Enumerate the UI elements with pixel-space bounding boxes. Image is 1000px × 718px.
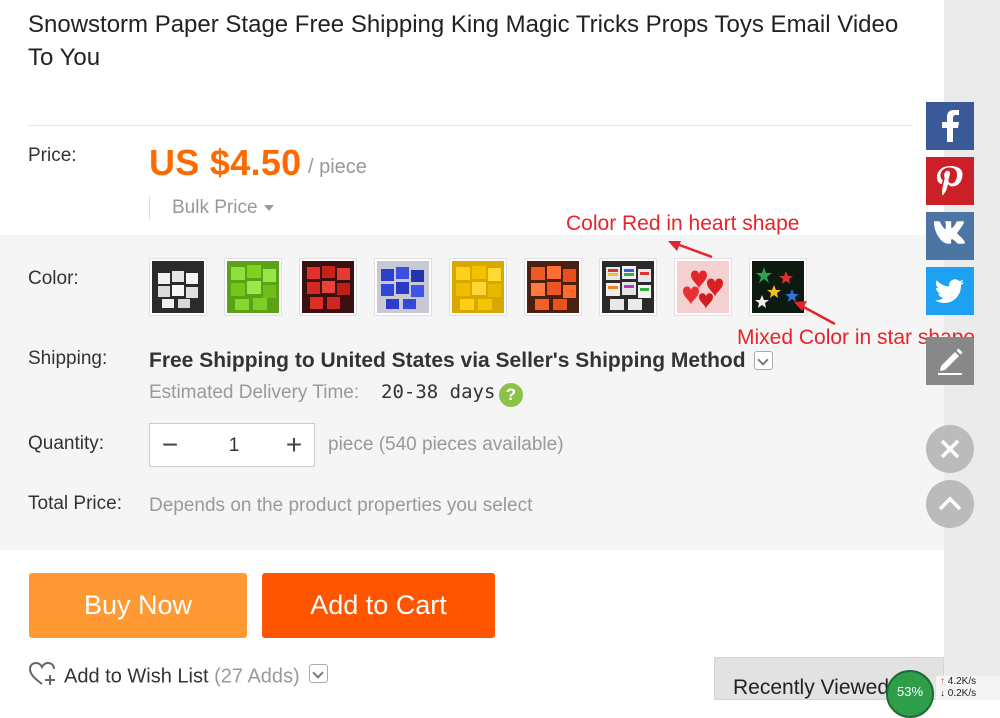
network-usage-percent: 53%	[896, 684, 924, 699]
red-hearts-image	[677, 261, 729, 313]
quantity-stepper: − +	[149, 423, 315, 467]
quantity-input[interactable]	[194, 432, 274, 460]
wish-list-count: (27 Adds)	[214, 665, 300, 688]
facebook-share-button[interactable]	[926, 102, 974, 150]
estimated-delivery-label: Estimated Delivery Time:	[149, 382, 360, 403]
color-swatch-mixed-stars[interactable]	[749, 258, 807, 316]
chevron-up-icon	[938, 496, 962, 511]
twitter-share-button[interactable]	[926, 267, 974, 315]
buy-now-button[interactable]: Buy Now	[29, 573, 247, 638]
quantity-label: Quantity:	[28, 433, 105, 454]
blue-cubes-image	[377, 261, 429, 313]
twitter-icon	[934, 279, 964, 303]
vk-icon	[934, 221, 965, 244]
pinterest-share-button[interactable]	[926, 157, 974, 205]
add-to-cart-button[interactable]: Add to Cart	[262, 573, 495, 638]
white-cubes-image	[152, 261, 204, 313]
upload-arrow-icon: ↑	[940, 676, 945, 687]
yellow-cubes-image	[452, 261, 504, 313]
shipping-label: Shipping:	[28, 348, 108, 369]
edit-feedback-button[interactable]	[926, 337, 974, 385]
color-swatch-yellow[interactable]	[449, 258, 507, 316]
upload-speed: 4.2K/s	[947, 676, 977, 687]
color-swatch-red[interactable]	[299, 258, 357, 316]
total-price-note: Depends on the product properties you se…	[149, 495, 533, 516]
recently-viewed-label: Recently Viewed	[733, 676, 890, 699]
network-speed-readout: ↑ 4.2K/s ↓ 0.2K/s	[936, 676, 1000, 700]
add-to-wish-list-link[interactable]: Add to Wish List (27 Adds)	[28, 661, 300, 693]
vk-share-button[interactable]	[926, 212, 974, 260]
wish-list-dropdown[interactable]	[309, 664, 328, 683]
price-amount: US $4.50	[149, 142, 302, 183]
wish-list-label: Add to Wish List	[64, 665, 209, 688]
price-unit: / piece	[308, 156, 367, 178]
shipping-method-dropdown[interactable]	[754, 351, 773, 370]
caret-down-icon	[263, 204, 274, 211]
close-button[interactable]	[926, 425, 974, 473]
total-price-label: Total Price:	[28, 493, 122, 514]
quantity-decrease-button[interactable]: −	[150, 424, 190, 466]
color-swatch-white[interactable]	[149, 258, 207, 316]
quantity-increase-button[interactable]: +	[274, 424, 314, 466]
rainbow-cubes-image	[602, 261, 654, 313]
download-speed: 0.2K/s	[947, 688, 977, 699]
shipping-method: Free Shipping to United States via Selle…	[149, 349, 746, 372]
color-swatch-blue[interactable]	[374, 258, 432, 316]
annotation-heart-shape: Color Red in heart shape	[566, 212, 800, 235]
bulk-price-toggle[interactable]: Bulk Price	[149, 196, 274, 220]
color-swatch-rainbow[interactable]	[599, 258, 657, 316]
heart-plus-icon	[28, 661, 58, 693]
color-swatch-orange[interactable]	[524, 258, 582, 316]
bulk-price-label: Bulk Price	[172, 197, 258, 218]
facebook-icon	[942, 110, 959, 142]
green-cubes-image	[227, 261, 279, 313]
quantity-availability: piece (540 pieces available)	[328, 434, 564, 455]
close-icon	[940, 439, 960, 459]
color-label: Color:	[28, 268, 79, 289]
pinterest-icon	[937, 166, 963, 196]
product-title: Snowstorm Paper Stage Free Shipping King…	[28, 11, 899, 71]
network-usage-widget: 53%	[886, 670, 934, 718]
mixed-stars-image	[752, 261, 804, 313]
scroll-to-top-button[interactable]	[926, 480, 974, 528]
price-label: Price:	[28, 145, 77, 166]
title-divider	[28, 125, 912, 126]
estimated-delivery-days: 20-38 days	[381, 381, 496, 403]
color-swatch-red-hearts[interactable]	[674, 258, 732, 316]
help-icon[interactable]: ?	[499, 383, 523, 407]
pencil-icon	[938, 348, 963, 375]
orange-cubes-image	[527, 261, 579, 313]
download-arrow-icon: ↓	[940, 688, 945, 699]
color-swatch-green[interactable]	[224, 258, 282, 316]
red-cubes-image	[302, 261, 354, 313]
